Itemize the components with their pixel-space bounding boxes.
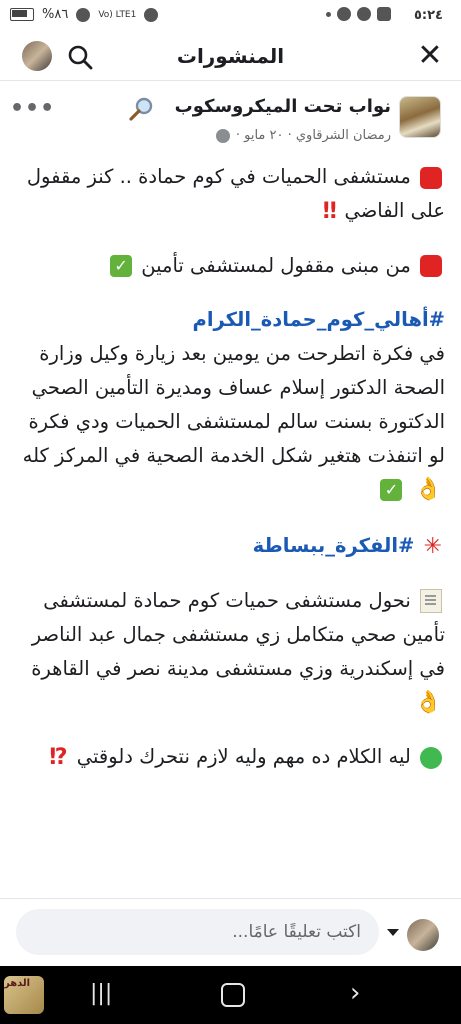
paragraph-3: #أهالي_كوم_حمادة_الكرام في فكرة اتطرحت م… (14, 303, 445, 508)
top-header: المنشورات ✕ (0, 34, 461, 81)
network-label: Vo) LTE1 (98, 9, 137, 20)
page-name[interactable]: نواب تحت الميكروسكوب (175, 96, 391, 117)
red-square-icon (420, 255, 442, 277)
double-exclamation-icon: !! (321, 198, 338, 224)
paragraph-2: من مبنى مقفول لمستشفى تأمين ✓ (14, 249, 445, 283)
exclamation-question-icon: ⁉ (49, 744, 68, 770)
more-icon[interactable]: ••• (10, 96, 55, 121)
status-time: ٥:٢٤ (413, 8, 443, 23)
battery-level: %٨٦ (42, 7, 69, 22)
dropdown-caret-icon[interactable] (387, 929, 399, 936)
hashtag-link[interactable]: #الفكرة_ببساطة (253, 534, 415, 557)
post-meta: رمضان الشرقاوي · ٢٠ مايو · (215, 128, 391, 143)
battery-icon (10, 8, 34, 21)
gallery-icon (377, 7, 391, 21)
wifi-icon (144, 7, 159, 22)
check-mark-icon: ✓ (110, 255, 133, 277)
back-icon[interactable]: › (350, 978, 360, 1008)
page-title: المنشورات (176, 44, 285, 68)
paragraph-1-text: مستشفى الحميات في كوم حمادة .. كنز مقفول… (26, 165, 445, 222)
home-icon[interactable] (221, 983, 245, 1007)
anger-icon: ✳ (423, 533, 442, 559)
signal-icon (76, 7, 91, 22)
comment-input[interactable] (16, 909, 379, 955)
paragraph-4: نحول مستشفى حميات كوم حمادة لمستشفى تأمي… (14, 584, 445, 721)
post-author-date[interactable]: رمضان الشرقاوي · ٢٠ مايو · (236, 128, 391, 143)
post-header: نواب تحت الميكروسكوب رمضان الشرقاوي · ٢٠… (0, 86, 461, 150)
globe-icon (215, 128, 230, 143)
ok-hand-icon: 👌 (414, 477, 442, 502)
memo-icon (420, 589, 442, 613)
magnifier-emoji-icon (129, 97, 153, 121)
paragraph-5-text: ليه الكلام ده مهم وليه لازم نتحرك دلوقتي (76, 745, 411, 768)
recents-icon[interactable]: ||| (90, 981, 112, 1006)
messenger-icon (337, 7, 351, 21)
paragraph-2-text: من مبنى مقفول لمستشفى تأمين (141, 253, 411, 277)
paragraph-hashtag2: ✳ #الفكرة_ببساطة (14, 529, 445, 564)
system-nav-bar: الدهر ||| › (0, 966, 461, 1024)
dot-icon (326, 12, 331, 17)
paragraph-4-text: نحول مستشفى حميات كوم حمادة لمستشفى تأمي… (31, 588, 445, 680)
hashtag-link[interactable]: #أهالي_كوم_حمادة_الكرام (193, 308, 445, 331)
ok-hand-icon: 👌 (414, 690, 442, 715)
status-bar: %٨٦ Vo) LTE1 ٥:٢٤ (0, 0, 461, 34)
paragraph-5: ليه الكلام ده مهم وليه لازم نتحرك دلوقتي… (14, 740, 445, 775)
red-square-icon (420, 166, 442, 189)
paragraph-1: مستشفى الحميات في كوم حمادة .. كنز مقفول… (14, 160, 445, 229)
app-shortcut-label: الدهر (4, 978, 31, 989)
check-mark-icon: ✓ (380, 479, 403, 501)
comment-bar (0, 898, 461, 967)
status-left-icons: %٨٦ Vo) LTE1 (10, 7, 159, 22)
commenter-avatar[interactable] (407, 919, 439, 951)
paragraph-3-text: في فكرة اتطرحت من يومين بعد زيارة وكيل و… (22, 341, 445, 467)
whatsapp-icon (357, 7, 371, 21)
green-circle-icon (420, 746, 442, 769)
post-body: مستشفى الحميات في كوم حمادة .. كنز مقفول… (14, 160, 445, 795)
page-avatar[interactable] (399, 96, 441, 138)
close-icon[interactable]: ✕ (413, 40, 447, 74)
status-notification-icons (326, 7, 391, 21)
